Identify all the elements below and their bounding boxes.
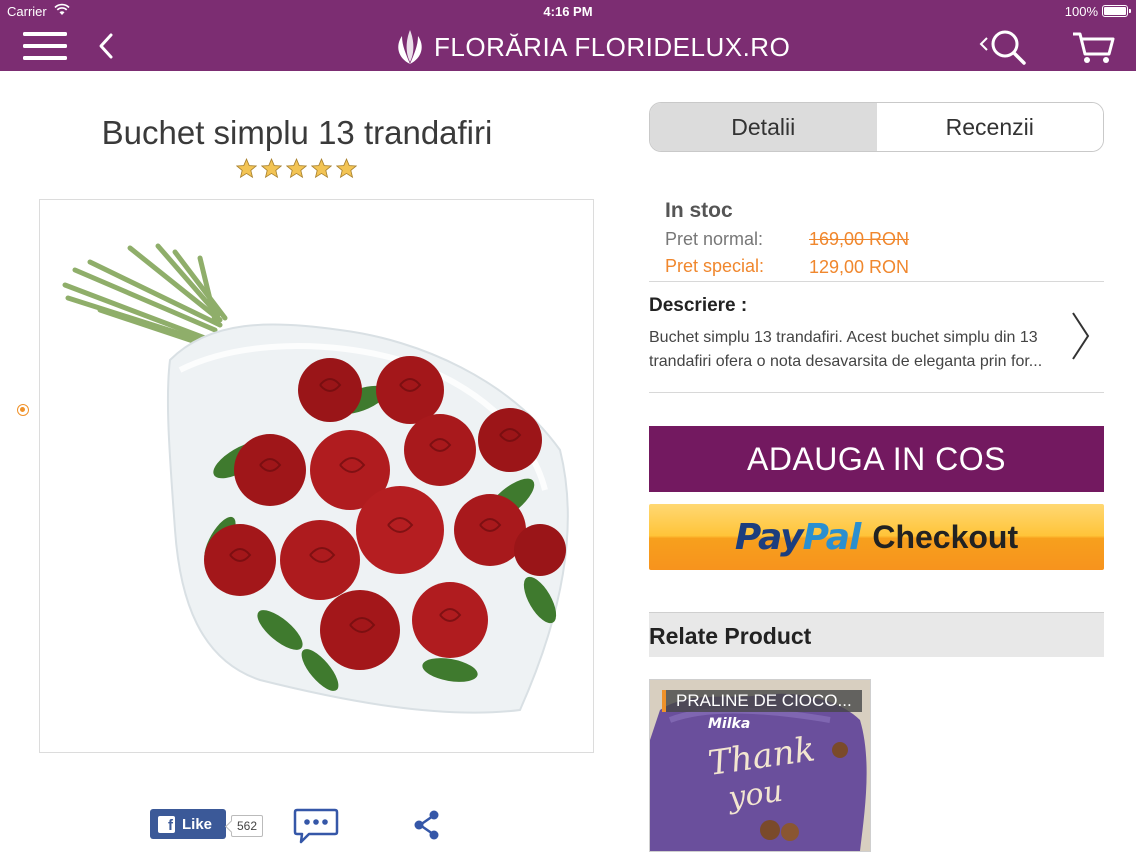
cart-icon[interactable] [1071, 30, 1115, 64]
chevron-right-icon[interactable] [1069, 310, 1091, 362]
divider [649, 392, 1104, 393]
app-header: Carrier 4:16 PM 100% FLORĂRIA FLORIDELUX… [0, 0, 1136, 71]
add-to-cart-button[interactable]: ADAUGA IN COS [649, 426, 1104, 492]
tab-detalii[interactable]: Detalii [650, 103, 877, 151]
divider [649, 281, 1104, 282]
back-icon[interactable] [95, 32, 119, 60]
rose-bouquet-image [62, 243, 569, 714]
product-image[interactable] [39, 199, 594, 753]
star-icon [311, 158, 332, 179]
menu-icon[interactable] [23, 32, 67, 62]
battery-icon [1102, 5, 1131, 17]
paypal-logo-pal: Pal [802, 516, 862, 558]
price-special-value: 129,00 RON [809, 257, 910, 277]
search-icon[interactable] [979, 28, 1027, 66]
star-icon [286, 158, 307, 179]
detail-tabs: Detalii Recenzii [649, 102, 1104, 152]
product-title: Buchet simplu 13 trandafiri [101, 114, 493, 151]
status-bar: Carrier 4:16 PM 100% [0, 0, 1136, 22]
star-icon [336, 158, 357, 179]
description-title: Descriere : [649, 295, 748, 316]
battery-percentage: 100% [1064, 4, 1098, 19]
svg-text:Milka: Milka [708, 716, 750, 732]
related-products-title: Relate Product [649, 623, 812, 649]
facebook-like-count: 562 [231, 815, 264, 837]
star-icon [261, 158, 282, 179]
paypal-logo: PayPal [734, 516, 862, 558]
comment-icon[interactable] [293, 808, 339, 844]
logo-icon [398, 30, 422, 64]
status-time: 4:16 PM [543, 4, 593, 19]
paypal-logo-pay: Pay [734, 516, 804, 558]
facebook-like-button[interactable]: f Like [150, 809, 226, 839]
facebook-icon: f [158, 815, 175, 834]
image-page-indicator[interactable] [17, 404, 29, 416]
price-normal-label: Pret normal: [665, 229, 764, 249]
brand-name: FLORĂRIA FLORIDELUX.RO [434, 31, 791, 62]
star-icon [236, 158, 257, 179]
paypal-checkout-button[interactable]: PayPal Checkout [649, 504, 1104, 570]
price-normal-value: 169,00 RON [809, 229, 910, 249]
facebook-like-label: Like [182, 815, 213, 833]
related-products-header: Relate Product [649, 612, 1104, 657]
related-product-card[interactable]: Thank you Milka PRALINE DE CIOCO... [649, 679, 871, 852]
rating-stars [236, 158, 358, 180]
share-icon[interactable] [412, 810, 442, 840]
stock-status: In stoc [665, 199, 733, 222]
price-special-label: Pret special: [665, 256, 765, 276]
description-text[interactable]: Buchet simplu 13 trandafiri. Acest buche… [649, 326, 1067, 374]
tab-recenzii[interactable]: Recenzii [876, 103, 1103, 151]
paypal-checkout-label: Checkout [872, 518, 1019, 555]
related-product-label: PRALINE DE CIOCO... [662, 690, 862, 712]
brand[interactable]: FLORĂRIA FLORIDELUX.RO [392, 28, 790, 66]
